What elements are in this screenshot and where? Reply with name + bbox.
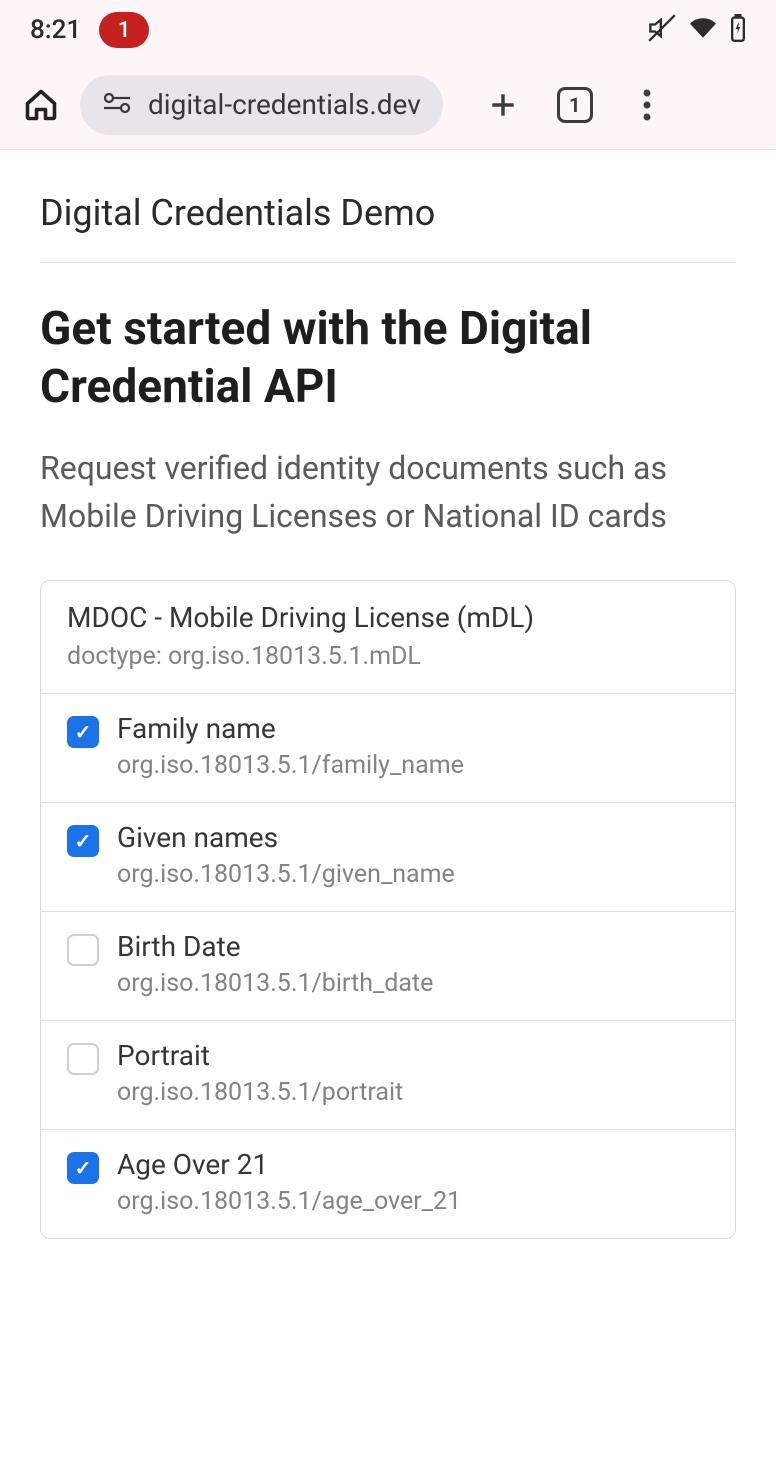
- field-identifier: org.iso.18013.5.1/family_name: [117, 751, 709, 780]
- tab-count: 1: [569, 93, 580, 117]
- checkmark-icon: ✓: [75, 1158, 92, 1178]
- credential-field-row[interactable]: ✓ Family name org.iso.18013.5.1/family_nam…: [41, 694, 735, 803]
- browser-toolbar: digital-credentials.dev 1: [0, 60, 776, 150]
- checkbox[interactable]: ✓: [67, 1152, 99, 1184]
- credential-field-row[interactable]: ✓ Given names org.iso.18013.5.1/given_name: [41, 803, 735, 912]
- site-settings-icon: [102, 91, 132, 119]
- status-right: [648, 14, 746, 46]
- mute-icon: [648, 14, 676, 46]
- field-text: Age Over 21 org.iso.18013.5.1/age_over_21: [117, 1148, 709, 1216]
- checkbox[interactable]: [67, 934, 99, 966]
- field-text: Given names org.iso.18013.5.1/given_name: [117, 821, 709, 889]
- notification-badge[interactable]: 1: [99, 12, 149, 48]
- field-identifier: org.iso.18013.5.1/birth_date: [117, 969, 709, 998]
- credential-field-row[interactable]: Birth Date org.iso.18013.5.1/birth_date: [41, 912, 735, 1021]
- card-header: MDOC - Mobile Driving License (mDL) doct…: [41, 581, 735, 694]
- checkbox[interactable]: ✓: [67, 716, 99, 748]
- status-time: 8:21: [30, 15, 81, 45]
- page-title: Digital Credentials Demo: [40, 192, 736, 263]
- field-text: Birth Date org.iso.18013.5.1/birth_date: [117, 930, 709, 998]
- page-heading: Get started with the Digital Credential …: [40, 301, 736, 416]
- field-label: Family name: [117, 712, 709, 745]
- field-label: Birth Date: [117, 930, 709, 963]
- field-label: Portrait: [117, 1039, 709, 1072]
- field-label: Age Over 21: [117, 1148, 709, 1181]
- card-title: MDOC - Mobile Driving License (mDL): [67, 601, 709, 634]
- url-text: digital-credentials.dev: [148, 88, 421, 121]
- address-bar[interactable]: digital-credentials.dev: [80, 75, 443, 135]
- checkmark-icon: ✓: [75, 722, 92, 742]
- field-identifier: org.iso.18013.5.1/given_name: [117, 860, 709, 889]
- credential-field-row[interactable]: ✓ Age Over 21 org.iso.18013.5.1/age_over_2…: [41, 1130, 735, 1238]
- home-button[interactable]: [20, 84, 62, 126]
- credential-field-row[interactable]: Portrait org.iso.18013.5.1/portrait: [41, 1021, 735, 1130]
- battery-icon: [730, 14, 746, 46]
- checkmark-icon: ✓: [75, 831, 92, 851]
- field-identifier: org.iso.18013.5.1/age_over_21: [117, 1187, 709, 1216]
- page-subtitle: Request verified identity documents such…: [40, 444, 736, 540]
- status-bar: 8:21 1: [0, 0, 776, 60]
- checkbox[interactable]: ✓: [67, 825, 99, 857]
- wifi-icon: [690, 15, 716, 45]
- browser-actions: 1: [485, 87, 665, 123]
- page-content: Digital Credentials Demo Get started wit…: [0, 150, 776, 1239]
- card-subtitle: doctype: org.iso.18013.5.1.mDL: [67, 642, 709, 671]
- new-tab-button[interactable]: [485, 87, 521, 123]
- overflow-menu-button[interactable]: [629, 87, 665, 123]
- checkbox[interactable]: [67, 1043, 99, 1075]
- status-left: 8:21 1: [30, 12, 149, 48]
- field-identifier: org.iso.18013.5.1/portrait: [117, 1078, 709, 1107]
- field-label: Given names: [117, 821, 709, 854]
- field-text: Family name org.iso.18013.5.1/family_name: [117, 712, 709, 780]
- field-text: Portrait org.iso.18013.5.1/portrait: [117, 1039, 709, 1107]
- tab-switcher-button[interactable]: 1: [557, 87, 593, 123]
- credential-card: MDOC - Mobile Driving License (mDL) doct…: [40, 580, 736, 1239]
